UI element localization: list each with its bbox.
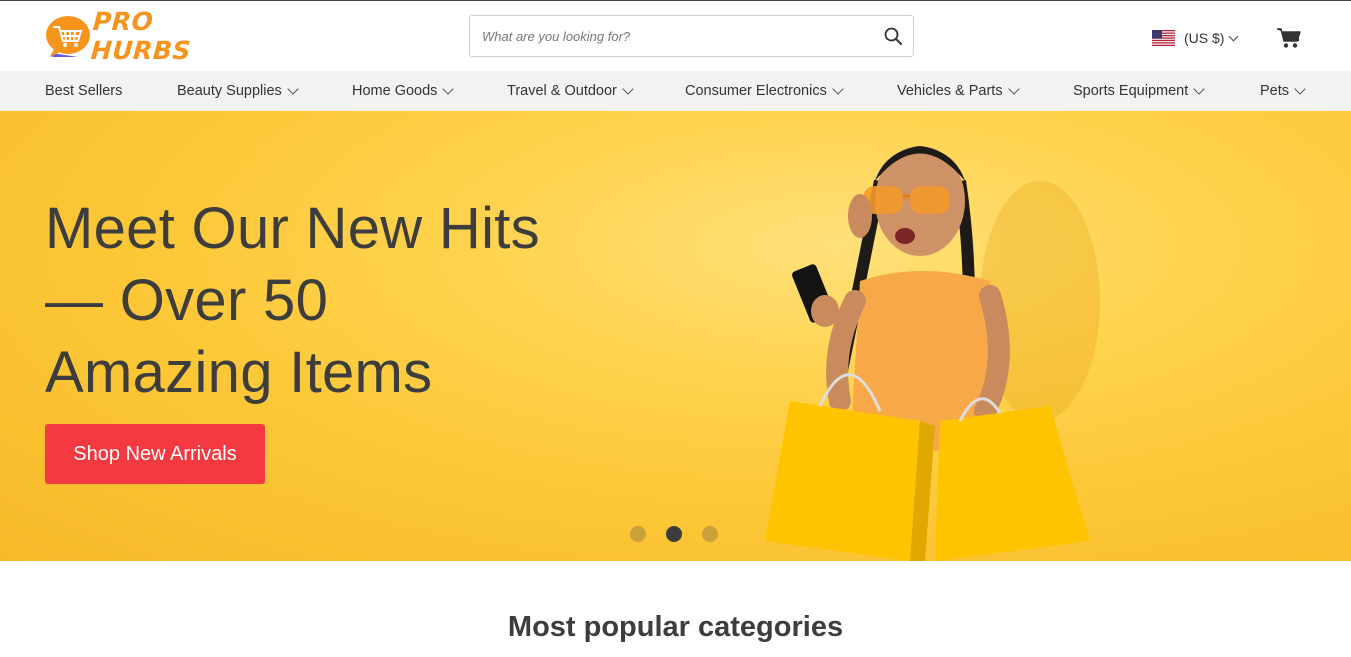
search-input[interactable] (470, 17, 873, 55)
nav-item-label: Best Sellers (45, 83, 123, 99)
chevron-down-icon (622, 83, 634, 95)
nav-item-pets[interactable]: Pets (1260, 71, 1306, 111)
nav-item-label: Consumer Electronics (685, 83, 827, 99)
nav-item-label: Beauty Supplies (177, 83, 282, 99)
chevron-down-icon (1229, 31, 1239, 41)
nav-item-travel-outdoor[interactable]: Travel & Outdoor (507, 71, 634, 111)
shop-new-arrivals-button[interactable]: Shop New Arrivals (45, 424, 265, 484)
category-nav: Best Sellers Beauty Supplies Home Goods … (0, 71, 1351, 111)
carousel-dot-3[interactable] (702, 526, 718, 542)
currency-label: (US $) (1184, 30, 1225, 46)
hero-title: Meet Our New Hits — Over 50 Amazing Item… (45, 196, 540, 405)
nav-item-consumer-electronics[interactable]: Consumer Electronics (685, 71, 844, 111)
currency-selector[interactable]: (US $) (1152, 28, 1239, 48)
cart-icon (1277, 28, 1301, 48)
us-flag-icon (1152, 30, 1175, 46)
nav-item-label: Vehicles & Parts (897, 83, 1003, 99)
chevron-down-icon (1294, 83, 1306, 95)
nav-item-beauty-supplies[interactable]: Beauty Supplies (177, 71, 299, 111)
nav-item-label: Sports Equipment (1073, 83, 1189, 99)
chevron-down-icon (832, 83, 844, 95)
brand-name: PRO HURBS (89, 7, 193, 65)
nav-item-vehicles-parts[interactable]: Vehicles & Parts (897, 71, 1020, 111)
cart-button[interactable] (1277, 27, 1301, 49)
nav-item-best-sellers[interactable]: Best Sellers (45, 71, 122, 111)
chevron-down-icon (1007, 83, 1020, 95)
hero-banner: Meet Our New Hits — Over 50 Amazing Item… (0, 111, 1351, 561)
carousel-dot-1[interactable] (630, 526, 646, 542)
carousel-dot-2[interactable] (666, 526, 682, 542)
nav-item-label: Travel & Outdoor (507, 83, 617, 99)
nav-item-label: Pets (1260, 83, 1290, 99)
chevron-down-icon (442, 83, 455, 95)
cart-logo-icon (44, 13, 92, 59)
nav-item-sports-equipment[interactable]: Sports Equipment (1073, 71, 1205, 111)
nav-item-home-goods[interactable]: Home Goods (352, 71, 455, 111)
search-bar (469, 15, 914, 57)
carousel-dots (630, 526, 730, 544)
brand-logo[interactable]: PRO HURBS (44, 7, 244, 65)
hero-image-shopper (760, 121, 1100, 561)
chevron-down-icon (287, 83, 299, 95)
search-button[interactable] (873, 16, 913, 56)
nav-item-label: Home Goods (352, 83, 438, 99)
site-header: PRO HURBS (US $) (0, 1, 1351, 71)
search-icon (884, 27, 902, 45)
chevron-down-icon (1193, 83, 1205, 95)
section-title-popular-categories: Most popular categories (507, 611, 844, 643)
